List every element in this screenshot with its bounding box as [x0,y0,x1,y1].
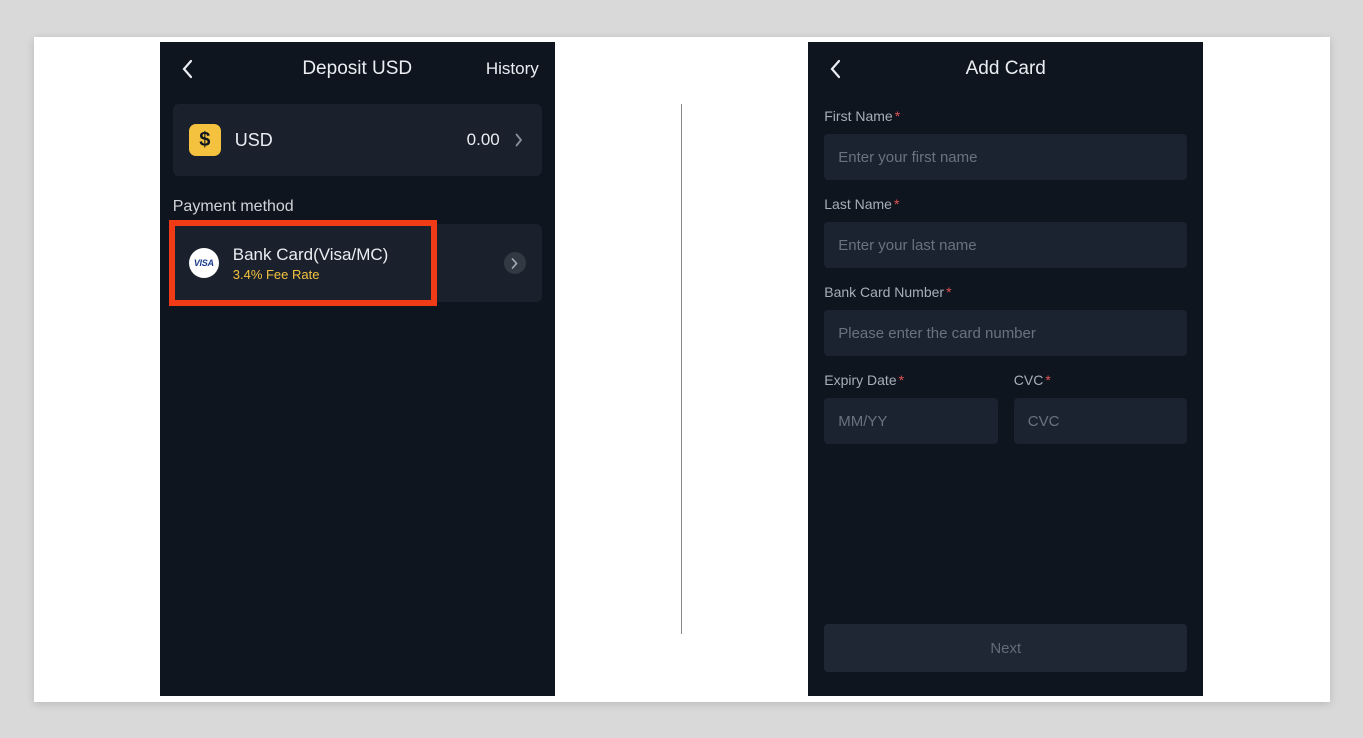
add-card-form: First Name* Last Name* Bank Card Number* [808,96,1203,696]
last-name-label-text: Last Name [824,196,892,212]
expiry-group: Expiry Date* [824,372,998,444]
currency-label: USD [235,130,273,151]
add-card-screen: Add Card First Name* Last Name* [808,42,1203,696]
required-asterisk: * [899,372,904,388]
usd-glyph: $ [199,129,210,152]
chevron-right-icon [512,133,526,147]
expiry-label-text: Expiry Date [824,372,896,388]
card-number-label: Bank Card Number* [824,284,1187,300]
payment-method-wrapper: VISA Bank Card(Visa/MC) 3.4% Fee Rate [173,224,542,302]
page-title: Deposit USD [302,58,412,80]
required-asterisk: * [895,108,900,124]
last-name-label: Last Name* [824,196,1187,212]
phone-wrapper-left: Deposit USD History $ USD 0.00 Payment m… [34,42,682,696]
page-title: Add Card [966,58,1046,80]
first-name-label-text: First Name [824,108,892,124]
payment-info: Bank Card(Visa/MC) 3.4% Fee Rate [233,245,389,282]
required-asterisk: * [894,196,899,212]
chevron-left-icon [830,59,842,79]
visa-text: VISA [194,258,214,268]
chevron-left-icon [182,59,194,79]
payment-chevron-wrap [504,252,526,274]
card-number-label-text: Bank Card Number [824,284,944,300]
cvc-label: CVC* [1014,372,1188,388]
next-button[interactable]: Next [824,624,1187,672]
cvc-group: CVC* [1014,372,1188,444]
payment-method-heading: Payment method [173,198,542,216]
currency-balance: 0.00 [467,130,500,150]
card-number-group: Bank Card Number* [824,284,1187,356]
first-name-group: First Name* [824,108,1187,180]
first-name-input[interactable] [824,134,1187,180]
bank-card-option[interactable]: VISA Bank Card(Visa/MC) 3.4% Fee Rate [173,224,542,302]
cvc-input[interactable] [1014,398,1188,444]
expiry-label: Expiry Date* [824,372,998,388]
back-button[interactable] [176,57,200,81]
card-number-input[interactable] [824,310,1187,356]
document-container: Deposit USD History $ USD 0.00 Payment m… [34,37,1330,702]
currency-selector[interactable]: $ USD 0.00 [173,104,542,176]
payment-fee: 3.4% Fee Rate [233,267,389,282]
add-card-header: Add Card [808,42,1203,96]
expiry-cvc-row: Expiry Date* CVC* [824,372,1187,460]
history-link[interactable]: History [486,59,539,79]
deposit-header: Deposit USD History [160,42,555,96]
required-asterisk: * [946,284,951,300]
usd-icon: $ [189,124,221,156]
expiry-date-input[interactable] [824,398,998,444]
cvc-label-text: CVC [1014,372,1044,388]
phone-wrapper-right: Add Card First Name* Last Name* [682,42,1330,696]
required-asterisk: * [1045,372,1050,388]
last-name-group: Last Name* [824,196,1187,268]
deposit-screen: Deposit USD History $ USD 0.00 Payment m… [160,42,555,696]
chevron-right-icon [511,258,518,269]
back-button[interactable] [824,57,848,81]
payment-name: Bank Card(Visa/MC) [233,245,389,265]
first-name-label: First Name* [824,108,1187,124]
visa-icon: VISA [189,248,219,278]
last-name-input[interactable] [824,222,1187,268]
